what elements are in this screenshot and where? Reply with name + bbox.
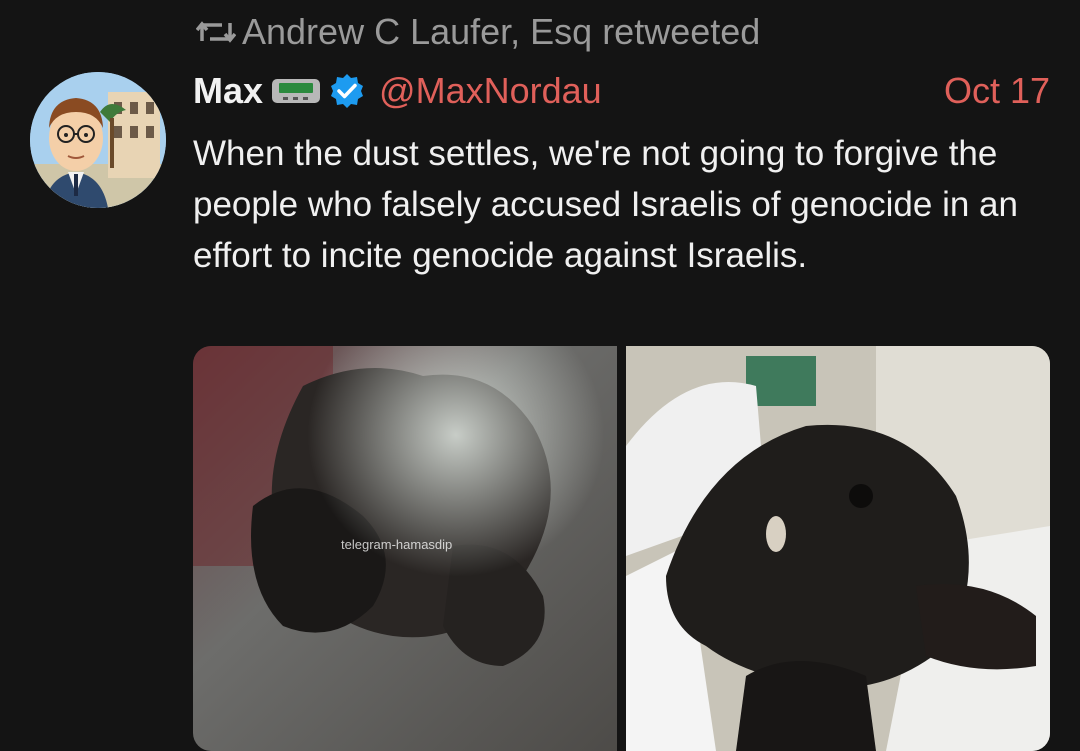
pager-icon xyxy=(272,79,321,103)
retweet-icon xyxy=(196,21,236,43)
avatar[interactable] xyxy=(30,72,166,208)
tweet-header: Max @MaxNordau Oct 17 xyxy=(193,66,1050,116)
retweet-indicator[interactable]: Andrew C Laufer, Esq retweeted xyxy=(196,10,760,54)
author-handle[interactable]: @MaxNordau xyxy=(379,70,602,112)
media-image-2[interactable] xyxy=(626,346,1050,751)
media-image-2-content xyxy=(626,346,1050,751)
media-image-1[interactable]: telegram-hamasdip xyxy=(193,346,617,751)
tweet-text: When the dust settles, we're not going t… xyxy=(193,134,1018,275)
media-grid: telegram-hamasdip xyxy=(193,346,1050,751)
verified-badge-icon xyxy=(331,74,364,108)
tweet-card[interactable]: Andrew C Laufer, Esq retweeted Max @MaxN… xyxy=(0,0,1080,751)
avatar-image xyxy=(30,72,166,208)
tweet-date[interactable]: Oct 17 xyxy=(944,70,1050,112)
retweet-text: Andrew C Laufer, Esq retweeted xyxy=(242,11,761,52)
image-watermark: telegram-hamasdip xyxy=(341,537,453,552)
display-name[interactable]: Max xyxy=(193,70,263,112)
